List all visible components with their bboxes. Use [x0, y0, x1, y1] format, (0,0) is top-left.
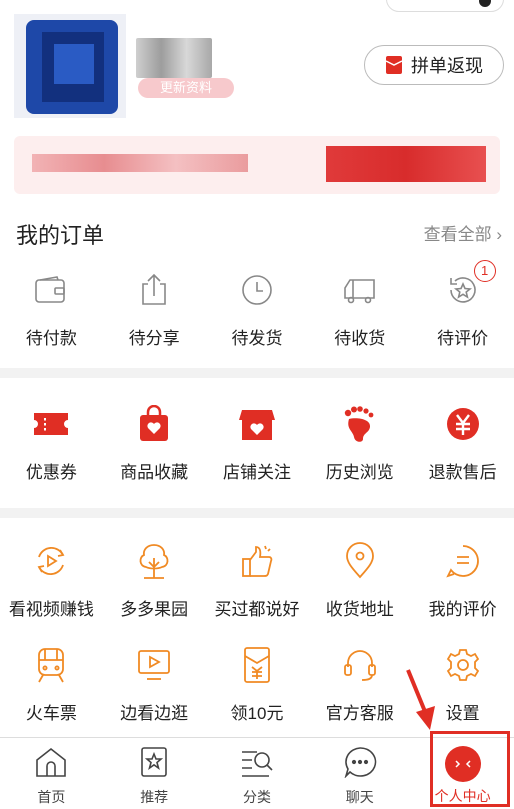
- favorite-goods-icon: [137, 404, 171, 444]
- comment-icon: [445, 541, 481, 581]
- order-label: 待分享: [128, 329, 180, 348]
- username-blurred: [136, 38, 212, 78]
- red-envelope-icon: [242, 645, 272, 685]
- nav-category[interactable]: 分类: [206, 738, 309, 809]
- feature-label: 优惠券: [25, 463, 77, 482]
- tree-icon: [136, 541, 172, 581]
- section-divider: [0, 508, 514, 518]
- feature-refund[interactable]: 退款售后: [411, 404, 514, 483]
- service-label: 买过都说好: [214, 600, 300, 619]
- feature-label: 店铺关注: [222, 463, 291, 482]
- order-label: 待评价: [437, 329, 489, 348]
- service-my-reviews[interactable]: 我的评价: [411, 541, 514, 620]
- order-pending-receipt[interactable]: 待收货: [308, 270, 411, 349]
- nav-label: 个人中心: [434, 788, 491, 804]
- train-icon: [34, 645, 68, 685]
- promo-banner-blurred[interactable]: [14, 136, 500, 194]
- service-label: 官方客服: [325, 704, 394, 723]
- service-get-10-yuan[interactable]: 领10元: [206, 645, 309, 724]
- service-address[interactable]: 收货地址: [308, 541, 411, 620]
- order-label: 待收货: [334, 329, 386, 348]
- feature-label: 退款售后: [428, 463, 497, 482]
- share-icon: [138, 270, 170, 310]
- nav-label: 首页: [37, 789, 66, 805]
- footprint-icon: [343, 404, 377, 444]
- order-label: 待付款: [25, 329, 77, 348]
- orders-title: 我的订单: [16, 223, 105, 248]
- service-label: 设置: [445, 704, 480, 723]
- wallet-icon: [33, 270, 69, 310]
- section-divider: [0, 368, 514, 378]
- truck-icon: [341, 270, 379, 310]
- group-buy-label: 拼单返现: [411, 56, 483, 76]
- settings-icon: [445, 645, 481, 685]
- service-row-1: 看视频赚钱 多多果园 买过都说好 收货地址 我的评价: [0, 541, 514, 620]
- red-envelope-icon: [385, 55, 403, 75]
- service-watch-video[interactable]: 看视频赚钱: [0, 541, 103, 620]
- nav-profile[interactable]: 个人中心: [411, 738, 514, 809]
- home-icon: [34, 746, 68, 783]
- feature-label: 商品收藏: [120, 463, 189, 482]
- service-recommended-reviews[interactable]: 买过都说好: [206, 541, 309, 620]
- update-profile-badge[interactable]: 更新资料: [138, 78, 234, 98]
- service-train-ticket[interactable]: 火车票: [0, 645, 103, 724]
- order-pending-payment[interactable]: 待付款: [0, 270, 103, 349]
- nav-label: 聊天: [345, 789, 374, 805]
- recommend-icon: [139, 746, 169, 783]
- order-pending-shipment[interactable]: 待发货: [206, 270, 309, 349]
- feature-row: 优惠券 商品收藏 店铺关注 历史浏览 退款售后: [0, 404, 514, 483]
- order-pending-share[interactable]: 待分享: [103, 270, 206, 349]
- service-customer-support[interactable]: 官方客服: [308, 645, 411, 724]
- category-search-icon: [239, 746, 275, 783]
- orders-row: 待付款 待分享 待发货 待收货 1 待评价: [0, 260, 514, 349]
- view-all-orders-link[interactable]: 查看全部 ›: [424, 220, 502, 245]
- review-icon: 1: [446, 260, 496, 310]
- review-count-badge: 1: [473, 260, 496, 282]
- service-label: 多多果园: [120, 600, 189, 619]
- service-watch-shop[interactable]: 边看边逛: [103, 645, 206, 724]
- group-buy-cashback-button[interactable]: 拼单返现: [364, 45, 504, 85]
- service-label: 收货地址: [325, 600, 394, 619]
- thumbs-up-icon: [239, 541, 275, 581]
- bottom-navigation: 首页 推荐 分类 聊天 个人中心: [0, 737, 514, 809]
- order-pending-review[interactable]: 1 待评价: [411, 260, 514, 349]
- feature-store-follow[interactable]: 店铺关注: [206, 404, 309, 483]
- view-all-label: 查看全部: [423, 225, 492, 244]
- service-label: 看视频赚钱: [8, 600, 94, 619]
- feature-coupon[interactable]: 优惠券: [0, 404, 103, 483]
- chat-icon: [343, 746, 377, 783]
- clock-icon: [240, 270, 274, 310]
- refund-icon: [445, 404, 481, 444]
- feature-label: 历史浏览: [325, 463, 394, 482]
- nav-home[interactable]: 首页: [0, 738, 103, 809]
- nav-label: 推荐: [140, 789, 169, 805]
- service-label: 边看边逛: [120, 704, 189, 723]
- top-menu-pill[interactable]: [386, 0, 504, 12]
- menu-dot-icon: [479, 0, 491, 7]
- order-label: 待发货: [231, 329, 283, 348]
- profile-icon: [444, 746, 481, 782]
- annotation-arrow-icon: [406, 669, 435, 730]
- service-label: 火车票: [25, 704, 77, 723]
- service-orchard[interactable]: 多多果园: [103, 541, 206, 620]
- store-follow-icon: [238, 404, 276, 444]
- avatar[interactable]: [14, 14, 126, 118]
- chevron-right-icon: ›: [496, 225, 502, 244]
- video-play-icon: [33, 541, 69, 581]
- feature-goods-favorite[interactable]: 商品收藏: [103, 404, 206, 483]
- location-icon: [344, 541, 376, 581]
- headset-icon: [342, 645, 378, 685]
- nav-chat[interactable]: 聊天: [308, 738, 411, 809]
- nav-recommend[interactable]: 推荐: [103, 738, 206, 809]
- feature-history[interactable]: 历史浏览: [308, 404, 411, 483]
- service-label: 我的评价: [428, 600, 497, 619]
- tv-play-icon: [136, 645, 172, 685]
- nav-label: 分类: [242, 789, 271, 805]
- coupon-icon: [32, 404, 70, 444]
- service-label: 领10元: [230, 704, 284, 723]
